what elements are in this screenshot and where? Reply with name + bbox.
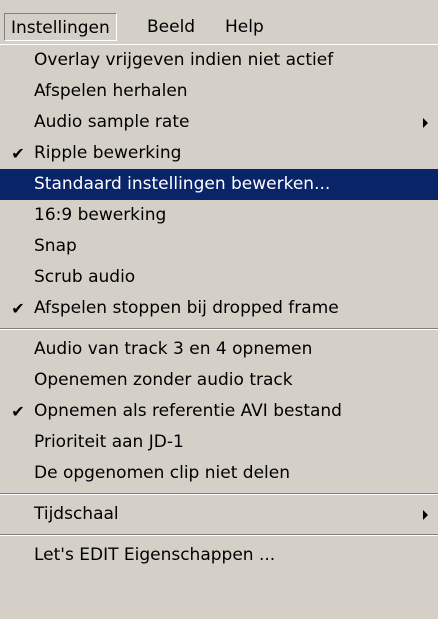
menu-item-label: De opgenomen clip niet delen	[34, 463, 290, 483]
menu-separator	[0, 324, 438, 334]
menu-bar: Instellingen Beeld Help	[0, 0, 438, 44]
menu-item-prioriteit-jd-1[interactable]: Prioriteit aan JD-1	[0, 427, 438, 458]
menu-item-label: Audio sample rate	[34, 112, 190, 132]
menu-item-label: Standaard instellingen bewerken...	[34, 174, 331, 194]
check-icon: ✔	[11, 402, 25, 421]
menu-item-standaard-instellingen-bewerken[interactable]: Standaard instellingen bewerken...	[0, 169, 438, 200]
menubar-item-help[interactable]: Help	[219, 13, 270, 41]
menu-item-lets-edit-eigenschappen[interactable]: Let's EDIT Eigenschappen ...	[0, 540, 438, 571]
menu-item-label: Tijdschaal	[34, 504, 119, 524]
menu-item-openemen-zonder-audio-track[interactable]: Openemen zonder audio track	[0, 365, 438, 396]
menu-item-label: Ripple bewerking	[34, 143, 182, 163]
menu-item-label: Overlay vrijgeven indien niet actief	[34, 50, 334, 70]
menu-item-label: Openemen zonder audio track	[34, 370, 293, 390]
submenu-arrow-icon	[423, 510, 428, 520]
menu-item-afspelen-stoppen-dropped-frame[interactable]: ✔ Afspelen stoppen bij dropped frame	[0, 293, 438, 324]
menu-item-label: Prioriteit aan JD-1	[34, 432, 184, 452]
menu-item-snap[interactable]: Snap	[0, 231, 438, 262]
menu-item-16-9-bewerking[interactable]: 16:9 bewerking	[0, 200, 438, 231]
check-icon: ✔	[11, 299, 25, 318]
check-icon: ✔	[11, 144, 25, 163]
menu-item-label: Opnemen als referentie AVI bestand	[34, 401, 342, 421]
menu-item-scrub-audio[interactable]: Scrub audio	[0, 262, 438, 293]
menubar-item-instellingen[interactable]: Instellingen	[4, 13, 117, 41]
menu-item-label: Audio van track 3 en 4 opnemen	[34, 339, 313, 359]
menu-item-clip-niet-delen[interactable]: De opgenomen clip niet delen	[0, 458, 438, 489]
submenu-arrow-icon	[423, 118, 428, 128]
menu-separator	[0, 489, 438, 499]
menu-item-audio-track-3-4-opnemen[interactable]: Audio van track 3 en 4 opnemen	[0, 334, 438, 365]
instellingen-dropdown-menu: Overlay vrijgeven indien niet actief Afs…	[0, 44, 438, 619]
menu-item-label: Afspelen stoppen bij dropped frame	[34, 298, 339, 318]
menu-item-label: Snap	[34, 236, 77, 256]
menu-item-tijdschaal[interactable]: Tijdschaal	[0, 499, 438, 530]
menu-item-audio-sample-rate[interactable]: Audio sample rate	[0, 107, 438, 138]
menu-item-label: Afspelen herhalen	[34, 81, 188, 101]
menu-item-overlay-vrijgeven[interactable]: Overlay vrijgeven indien niet actief	[0, 45, 438, 76]
menu-item-afspelen-herhalen[interactable]: Afspelen herhalen	[0, 76, 438, 107]
menu-item-ripple-bewerking[interactable]: ✔ Ripple bewerking	[0, 138, 438, 169]
menu-item-label: Scrub audio	[34, 267, 136, 287]
menu-item-label: Let's EDIT Eigenschappen ...	[34, 545, 276, 565]
menu-item-label: 16:9 bewerking	[34, 205, 167, 225]
menubar-item-beeld[interactable]: Beeld	[141, 13, 201, 41]
menu-item-opnemen-referentie-avi[interactable]: ✔ Opnemen als referentie AVI bestand	[0, 396, 438, 427]
menu-separator	[0, 530, 438, 540]
